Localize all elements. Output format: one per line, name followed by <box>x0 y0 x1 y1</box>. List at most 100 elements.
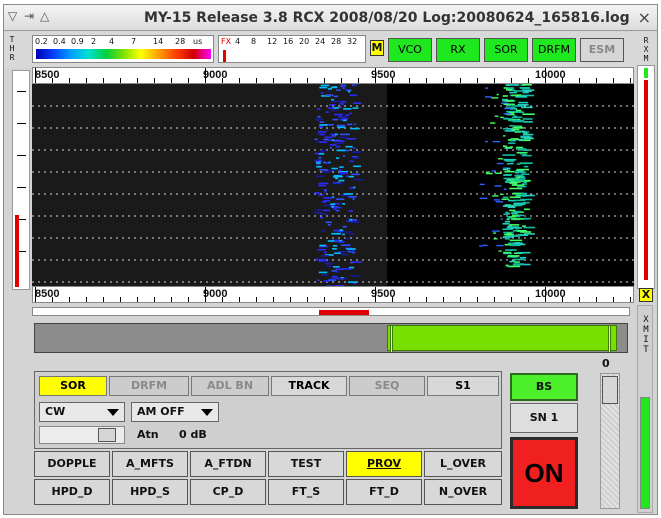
range-start-handle[interactable] <box>390 326 393 352</box>
vertical-letter: M <box>643 54 649 63</box>
colorbar-tick-label: 0.4 <box>53 37 66 46</box>
frequency-marker-track[interactable] <box>32 307 630 316</box>
pin-icon[interactable]: ⇥ <box>24 9 34 23</box>
sor-indicator-button[interactable]: SOR <box>484 38 528 62</box>
signal-trace <box>333 266 340 268</box>
atn-label: Atn <box>137 428 159 441</box>
signal-trace <box>495 172 502 174</box>
signal-trace <box>523 165 529 168</box>
signal-trace <box>521 154 532 157</box>
on-button[interactable]: ON <box>510 437 578 509</box>
a-mfts-button[interactable]: A_MFTS <box>112 451 188 477</box>
signal-trace <box>342 87 346 89</box>
atn-slider-knob[interactable] <box>98 428 116 442</box>
signal-trace <box>336 89 341 91</box>
signal-trace <box>502 205 513 207</box>
dopple-button[interactable]: DOPPLE <box>34 451 110 477</box>
tab-sor[interactable]: SOR <box>39 376 107 396</box>
signal-trace <box>515 174 520 177</box>
range-fill[interactable] <box>387 325 617 352</box>
ruler-tick <box>562 78 563 83</box>
bs-button[interactable]: BS <box>510 373 578 401</box>
sn-button[interactable]: SN 1 <box>510 403 578 433</box>
ruler-tick <box>460 297 461 302</box>
mode-select[interactable]: CW <box>39 402 125 422</box>
ruler-tick <box>256 78 257 83</box>
signal-trace <box>320 260 328 263</box>
esm-button[interactable]: ESM <box>580 38 624 62</box>
ruler-tick <box>290 297 291 302</box>
ruler-tick <box>630 297 631 302</box>
am-select[interactable]: AM OFF <box>131 402 219 422</box>
colorbar-tick-label: 14 <box>153 37 164 46</box>
signal-trace <box>323 199 331 202</box>
signal-trace <box>320 255 329 257</box>
signal-trace <box>479 197 488 199</box>
shade-icon[interactable]: △ <box>40 9 49 23</box>
test-button[interactable]: TEST <box>268 451 344 477</box>
title-bar[interactable]: ▽ ⇥ △ MY-15 Release 3.8 RCX 2008/08/20 L… <box>4 5 657 31</box>
tab-track[interactable]: TRACK <box>271 376 347 396</box>
ft-s-button[interactable]: FT_S <box>268 479 344 505</box>
signal-trace <box>520 87 531 90</box>
signal-trace <box>509 224 520 226</box>
hpd-s-button[interactable]: HPD_S <box>112 479 188 505</box>
vertical-letter: T <box>643 345 649 355</box>
hpd-d-button[interactable]: HPD_D <box>34 479 110 505</box>
rx-button[interactable]: RX <box>436 38 480 62</box>
l-over-button[interactable]: L_OVER <box>424 451 502 477</box>
signal-trace <box>503 251 512 254</box>
signal-trace <box>323 251 327 254</box>
vco-button[interactable]: VCO <box>388 38 432 62</box>
drfm-indicator-button[interactable]: DRFM <box>532 38 576 62</box>
signal-trace <box>352 147 356 149</box>
ruler-tick <box>35 68 36 83</box>
signal-trace <box>318 126 324 128</box>
colorbar-tick-label: 2 <box>91 37 97 46</box>
close-icon[interactable]: × <box>638 8 651 27</box>
signal-trace <box>504 220 511 223</box>
signal-trace <box>330 203 336 205</box>
ruler-tick <box>188 78 189 83</box>
prov-button[interactable]: PROV <box>346 451 422 477</box>
signal-trace <box>510 244 521 247</box>
atn-slider[interactable] <box>39 426 125 444</box>
tab-drfm[interactable]: DRFM <box>109 376 189 396</box>
signal-trace <box>485 172 493 175</box>
signal-trace <box>519 152 524 155</box>
m-indicator[interactable]: M <box>370 40 384 56</box>
n-over-button[interactable]: N_OVER <box>424 479 502 505</box>
ruler-tick <box>426 297 427 302</box>
menu-down-icon[interactable]: ▽ <box>8 9 17 23</box>
frequency-marker[interactable] <box>319 310 369 315</box>
tab-seq[interactable]: SEQ <box>349 376 425 396</box>
signal-trace <box>317 115 321 118</box>
level-slider[interactable] <box>600 373 620 509</box>
ruler-tick <box>596 78 597 83</box>
signal-trace <box>332 118 339 121</box>
ruler-tick <box>562 297 563 302</box>
range-bar[interactable] <box>34 323 628 353</box>
signal-trace <box>314 138 318 141</box>
signal-trace <box>340 118 348 120</box>
cp-d-button[interactable]: CP_D <box>190 479 266 505</box>
signal-trace <box>347 123 352 126</box>
spectrum-display[interactable] <box>32 84 634 286</box>
signal-trace <box>332 135 337 137</box>
level-slider-knob[interactable] <box>602 376 618 404</box>
ruler-tick <box>596 297 597 302</box>
a-ftdn-button[interactable]: A_FTDN <box>190 451 266 477</box>
signal-trace <box>521 106 533 109</box>
ruler-tick <box>103 297 104 302</box>
tab-s1[interactable]: S1 <box>427 376 499 396</box>
signal-trace <box>515 227 520 230</box>
signal-trace <box>479 245 483 247</box>
signal-trace <box>523 217 532 220</box>
range-end-handle[interactable] <box>608 326 611 352</box>
tab-adl-bn[interactable]: ADL BN <box>191 376 269 396</box>
ruler-tick <box>307 297 308 302</box>
signal-trace <box>331 206 334 208</box>
signal-trace <box>321 230 326 232</box>
ft-d-button[interactable]: FT_D <box>346 479 422 505</box>
x-marker-button[interactable]: X <box>639 288 653 302</box>
